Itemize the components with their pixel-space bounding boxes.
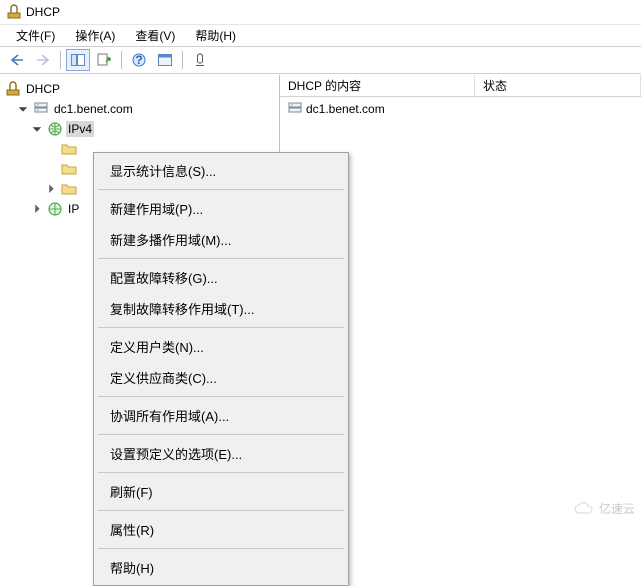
list-item[interactable]: dc1.benet.com (284, 99, 637, 119)
ctx-separator (98, 258, 344, 259)
tree-label: IPv4 (66, 121, 94, 137)
context-menu: 显示统计信息(S)... 新建作用域(P)... 新建多播作用域(M)... 配… (93, 152, 349, 586)
back-button[interactable] (5, 49, 29, 71)
spacer (44, 162, 58, 176)
tree-label: dc1.benet.com (52, 101, 135, 117)
expand-toggle[interactable]: ⏵ (30, 202, 44, 216)
watermark-text: 亿速云 (599, 500, 635, 517)
forward-button[interactable] (31, 49, 55, 71)
toolbar: ? (0, 46, 641, 74)
dhcp-app-icon (6, 4, 22, 20)
ctx-help[interactable]: 帮助(H) (96, 552, 346, 583)
ctx-define-vendor-classes[interactable]: 定义供应商类(C)... (96, 362, 346, 393)
ctx-separator (98, 396, 344, 397)
export-list-button[interactable] (92, 49, 116, 71)
menu-file[interactable]: 文件(F) (6, 25, 65, 46)
folder-icon (61, 181, 77, 197)
ctx-separator (98, 434, 344, 435)
svg-text:?: ? (135, 53, 142, 67)
ctx-separator (98, 548, 344, 549)
toolbar-separator (121, 51, 122, 69)
ctx-show-stats[interactable]: 显示统计信息(S)... (96, 155, 346, 186)
show-hide-tree-button[interactable] (66, 49, 90, 71)
tree-label: IP (66, 201, 81, 217)
column-header-content[interactable]: DHCP 的内容 (280, 75, 475, 96)
menu-view[interactable]: 查看(V) (125, 25, 185, 46)
folder-icon (61, 161, 77, 177)
window-title: DHCP (26, 5, 60, 19)
column-header-status[interactable]: 状态 (475, 75, 641, 96)
options-button[interactable] (153, 49, 177, 71)
expand-toggle[interactable]: ⏵ (44, 182, 58, 196)
ctx-separator (98, 472, 344, 473)
server-icon (287, 101, 303, 117)
list-body: dc1.benet.com (280, 97, 641, 121)
spacer (44, 142, 58, 156)
ipv4-icon (47, 121, 63, 137)
list-item-label: dc1.benet.com (306, 102, 385, 116)
cloud-icon (573, 502, 595, 516)
ctx-new-multicast-scope[interactable]: 新建多播作用域(M)... (96, 224, 346, 255)
server-icon (33, 101, 49, 117)
list-header: DHCP 的内容 状态 (280, 75, 641, 97)
ctx-properties[interactable]: 属性(R) (96, 514, 346, 545)
titlebar: DHCP (0, 0, 641, 24)
help-button[interactable]: ? (127, 49, 151, 71)
ctx-separator (98, 327, 344, 328)
watermark: 亿速云 (573, 500, 635, 517)
ctx-separator (98, 510, 344, 511)
ipv6-icon (47, 201, 63, 217)
toolbar-separator (60, 51, 61, 69)
tree-server[interactable]: ⏷ dc1.benet.com (2, 99, 277, 119)
ctx-reconcile-scopes[interactable]: 协调所有作用域(A)... (96, 400, 346, 431)
expand-toggle[interactable]: ⏷ (30, 122, 44, 136)
ctx-refresh[interactable]: 刷新(F) (96, 476, 346, 507)
tree-root-dhcp[interactable]: DHCP (2, 79, 277, 99)
action-button[interactable] (188, 49, 212, 71)
ctx-replicate-failover[interactable]: 复制故障转移作用域(T)... (96, 293, 346, 324)
menu-action[interactable]: 操作(A) (65, 25, 125, 46)
tree-label: DHCP (24, 81, 62, 97)
ctx-new-scope[interactable]: 新建作用域(P)... (96, 193, 346, 224)
tree-ipv4[interactable]: ⏷ IPv4 (2, 119, 277, 139)
ctx-separator (98, 189, 344, 190)
folder-icon (61, 141, 77, 157)
expand-toggle[interactable]: ⏷ (16, 102, 30, 116)
toolbar-separator (182, 51, 183, 69)
menu-help[interactable]: 帮助(H) (185, 25, 246, 46)
ctx-predefined-options[interactable]: 设置预定义的选项(E)... (96, 438, 346, 469)
dhcp-app-icon (5, 81, 21, 97)
ctx-configure-failover[interactable]: 配置故障转移(G)... (96, 262, 346, 293)
ctx-define-user-classes[interactable]: 定义用户类(N)... (96, 331, 346, 362)
menubar: 文件(F) 操作(A) 查看(V) 帮助(H) (0, 24, 641, 46)
